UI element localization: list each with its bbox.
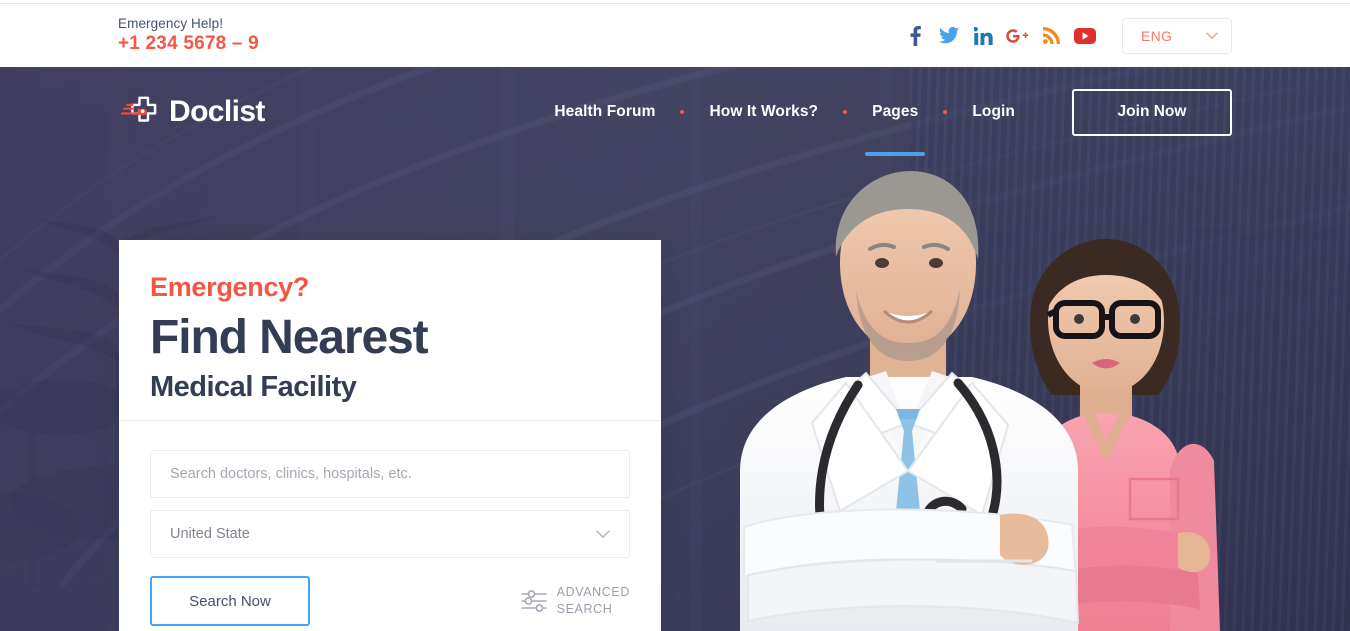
main-navigation: Doclist Health Forum How It Works? Pages… <box>0 67 1350 157</box>
social-links <box>898 21 1102 51</box>
search-actions: Search Now ADVANCED SEARCH <box>150 576 630 626</box>
hero-title-line-1: Find Nearest <box>150 310 429 364</box>
hero-kicker: Emergency? <box>150 272 310 302</box>
facebook-icon[interactable] <box>898 21 932 51</box>
filter-sliders-icon <box>520 590 547 612</box>
emergency-help-label: Emergency Help! <box>118 15 224 31</box>
search-form: United State Search Now <box>119 421 661 626</box>
nav-menu: Health Forum How It Works? Pages Login J… <box>537 88 1232 136</box>
join-now-button[interactable]: Join Now <box>1072 88 1232 136</box>
location-select-value: United State <box>170 526 250 542</box>
advanced-search-line-2: SEARCH <box>556 602 613 616</box>
search-input[interactable] <box>170 451 610 497</box>
doctor-figure <box>740 171 1080 631</box>
page-root: Emergency Help! +1 234 5678 – 9 ENG Docl… <box>0 0 1350 631</box>
youtube-icon[interactable] <box>1068 21 1102 51</box>
brand-logo[interactable]: Doclist <box>118 95 265 129</box>
hero-search-card: Emergency? Find Nearest Medical Facility… <box>119 240 661 631</box>
top-bar-right: ENG <box>898 17 1232 54</box>
brand-name: Doclist <box>169 95 265 128</box>
chevron-down-icon <box>1206 32 1218 39</box>
emergency-help-block: Emergency Help! +1 234 5678 – 9 <box>118 16 259 55</box>
nav-item-login[interactable]: Login <box>955 103 1032 121</box>
advanced-search-label: ADVANCED SEARCH <box>557 584 630 618</box>
emergency-phone-number[interactable]: +1 234 5678 – 9 <box>118 33 259 55</box>
nav-item-health-forum[interactable]: Health Forum <box>537 103 672 121</box>
linkedin-icon[interactable] <box>966 21 1000 51</box>
language-selector-value: ENG <box>1141 27 1173 44</box>
nav-item-how-it-works[interactable]: How It Works? <box>692 103 835 121</box>
twitter-icon[interactable] <box>932 21 966 51</box>
hero-section: Doclist Health Forum How It Works? Pages… <box>0 67 1350 631</box>
location-select[interactable]: United State <box>150 510 630 558</box>
nav-separator-dot-3 <box>943 110 948 114</box>
search-now-button[interactable]: Search Now <box>150 576 310 626</box>
hero-heading-block: Emergency? Find Nearest Medical Facility <box>119 240 661 420</box>
google-plus-icon[interactable] <box>1000 21 1034 51</box>
advanced-search-link[interactable]: ADVANCED SEARCH <box>520 584 630 618</box>
nav-separator-dot-2 <box>843 110 848 114</box>
search-input-wrapper[interactable] <box>150 450 630 498</box>
advanced-search-line-1: ADVANCED <box>556 585 630 600</box>
top-bar: Emergency Help! +1 234 5678 – 9 ENG <box>0 3 1350 67</box>
hero-title-line-2: Medical Facility <box>150 370 357 403</box>
language-selector[interactable]: ENG <box>1122 17 1232 54</box>
chevron-down-icon <box>596 529 610 538</box>
nav-item-pages[interactable]: Pages <box>855 103 935 121</box>
nav-separator-dot-1 <box>680 110 685 114</box>
rss-icon[interactable] <box>1034 21 1068 51</box>
doctors-photo <box>740 171 1220 631</box>
medical-cross-logo-icon <box>120 96 157 122</box>
